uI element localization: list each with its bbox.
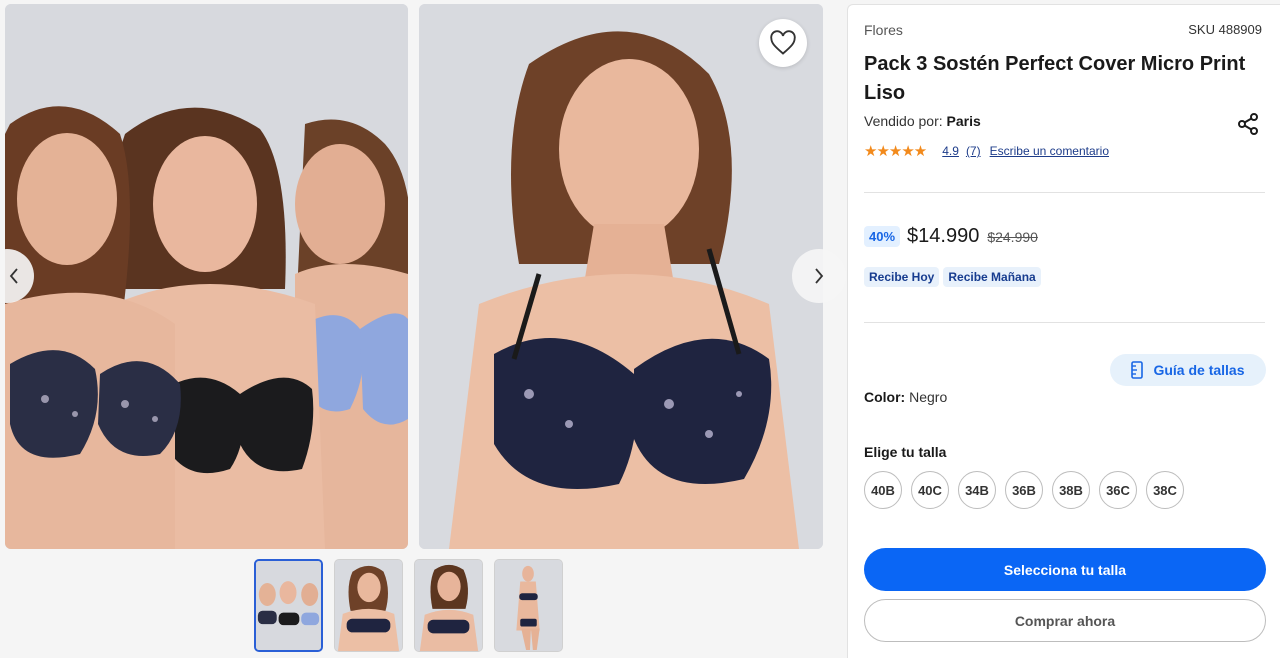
size-option-36b[interactable]: 36B — [1005, 471, 1043, 509]
seller-label: Vendido por: — [864, 113, 943, 129]
gallery-prev-button[interactable] — [0, 249, 34, 303]
thumbnail-3-graphic — [415, 560, 482, 651]
sku-text: SKU 488909 — [1188, 22, 1262, 37]
ruler-icon — [1131, 361, 1144, 379]
thumbnail-2-graphic — [335, 560, 402, 651]
thumbnail-3[interactable] — [414, 559, 483, 652]
size-option-38b[interactable]: 38B — [1052, 471, 1090, 509]
delivery-tag-tomorrow: Recibe Mañana — [943, 267, 1041, 287]
original-price: $24.990 — [987, 228, 1038, 245]
color-info: Color: Negro — [864, 389, 947, 405]
product-page: Flores SKU 488909 Pack 3 Sostén Perfect … — [0, 0, 1280, 658]
size-guide-label: Guía de tallas — [1153, 362, 1245, 378]
rating-row: ★★★★★ 4.9 (7) Escribe un comentario — [864, 142, 1109, 160]
color-value: Negro — [909, 389, 948, 405]
share-icon[interactable] — [1236, 112, 1260, 136]
thumbnail-4-graphic — [495, 560, 562, 651]
price-row: 40% $14.990 $24.990 — [864, 225, 1038, 248]
size-guide-button[interactable]: Guía de tallas — [1110, 354, 1266, 386]
thumbnail-4[interactable] — [494, 559, 563, 652]
chevron-right-icon — [815, 268, 824, 284]
product-image-single-model[interactable] — [419, 4, 823, 549]
product-info-panel: Flores SKU 488909 Pack 3 Sostén Perfect … — [847, 4, 1280, 658]
current-price: $14.990 — [907, 225, 980, 247]
thumbnail-2[interactable] — [334, 559, 403, 652]
gallery-next-button[interactable] — [792, 249, 846, 303]
size-option-36c[interactable]: 36C — [1099, 471, 1137, 509]
heart-icon — [770, 30, 796, 55]
size-selector-title: Elige tu talla — [864, 444, 947, 460]
product-title: Pack 3 Sostén Perfect Cover Micro Print … — [864, 53, 1246, 104]
size-option-34b[interactable]: 34B — [958, 471, 996, 509]
thumbnail-1[interactable] — [254, 559, 323, 652]
seller-name[interactable]: Paris — [947, 113, 981, 129]
size-option-40c[interactable]: 40C — [911, 471, 949, 509]
favorite-button[interactable] — [759, 19, 807, 67]
rating-value-link[interactable]: 4.9 — [942, 144, 959, 158]
chevron-left-icon — [9, 268, 18, 284]
thumbnail-strip — [254, 559, 563, 652]
divider — [864, 322, 1265, 323]
size-option-40b[interactable]: 40B — [864, 471, 902, 509]
photo-three-models-graphic — [5, 4, 408, 549]
product-image-three-models[interactable] — [5, 4, 408, 549]
discount-badge: 40% — [864, 226, 901, 247]
write-review-link[interactable]: Escribe un comentario — [990, 144, 1109, 158]
divider — [864, 192, 1265, 193]
buy-now-button[interactable]: Comprar ahora — [864, 599, 1266, 642]
seller-info: Vendido por: Paris — [864, 113, 981, 129]
thumbnail-1-graphic — [256, 561, 321, 650]
photo-single-model-graphic — [419, 4, 823, 549]
delivery-tag-today: Recibe Hoy — [864, 267, 940, 287]
color-label: Color: — [864, 389, 906, 405]
star-rating-icon: ★★★★★ — [864, 143, 927, 160]
select-size-button[interactable]: Selecciona tu talla — [864, 548, 1266, 591]
brand-link[interactable]: Flores — [864, 22, 903, 38]
size-selector: 40B 40C 34B 36B 38B 36C 38C — [864, 471, 1184, 509]
delivery-tags: Recibe Hoy Recibe Mañana — [864, 267, 1041, 287]
size-option-38c[interactable]: 38C — [1146, 471, 1184, 509]
rating-count-link[interactable]: (7) — [966, 144, 981, 158]
